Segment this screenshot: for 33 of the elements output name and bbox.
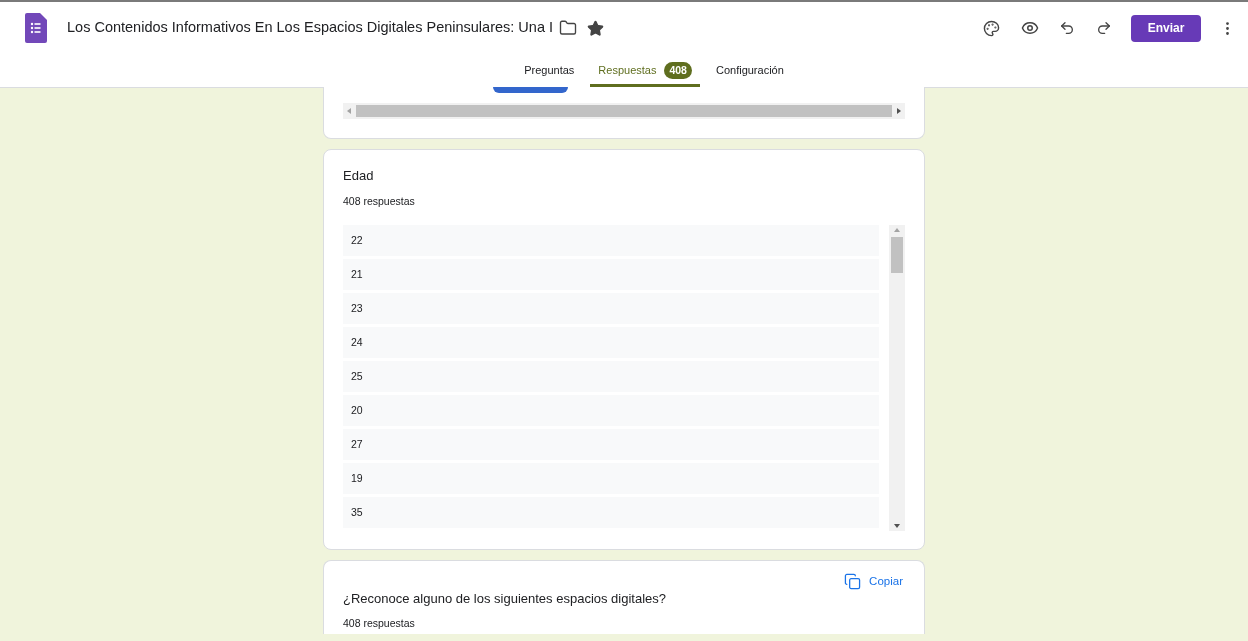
response-row: 19	[343, 463, 879, 495]
forms-logo-icon[interactable]	[25, 13, 47, 43]
response-row: 27	[343, 429, 879, 461]
scrollbar-thumb[interactable]	[891, 237, 903, 274]
response-count: 408 respuestas	[343, 193, 416, 209]
copy-icon	[844, 573, 862, 591]
response-row: 23	[343, 293, 879, 325]
response-row: 24	[343, 327, 879, 359]
undo-icon[interactable]	[1059, 20, 1075, 36]
tab[interactable]: Configuración	[707, 54, 792, 87]
tab[interactable]: Preguntas	[516, 54, 583, 87]
horizontal-scrollbar[interactable]	[343, 103, 905, 119]
scroll-down-icon[interactable]	[894, 524, 900, 529]
folder-icon[interactable]	[559, 19, 577, 37]
response-count-badge: 408	[664, 61, 692, 80]
star-icon[interactable]	[587, 19, 604, 37]
form-title[interactable]: Los Contenidos Informativos En Los Espacios Digitales Peninsulares: Una I	[67, 17, 553, 39]
scroll-right-icon[interactable]	[897, 108, 901, 114]
response-row: 35	[343, 497, 879, 529]
palette-icon[interactable]	[983, 19, 1000, 37]
copy-button[interactable]: Copiar	[844, 573, 903, 591]
vertical-scrollbar[interactable]	[889, 225, 905, 532]
response-row: 22	[343, 225, 879, 257]
response-row: 25	[343, 361, 879, 393]
question-title: Edad	[343, 167, 375, 185]
preview-icon[interactable]	[1021, 19, 1039, 37]
response-row: 21	[343, 259, 879, 291]
send-button[interactable]: Enviar	[1131, 14, 1201, 42]
response-count: 408 respuestas	[343, 616, 416, 631]
response-row: 20	[343, 395, 879, 427]
redo-icon[interactable]	[1096, 20, 1112, 36]
scrollbar-thumb[interactable]	[356, 105, 892, 117]
question-title: ¿Reconoce alguno de los siguientes espacios digitales?	[343, 589, 668, 608]
